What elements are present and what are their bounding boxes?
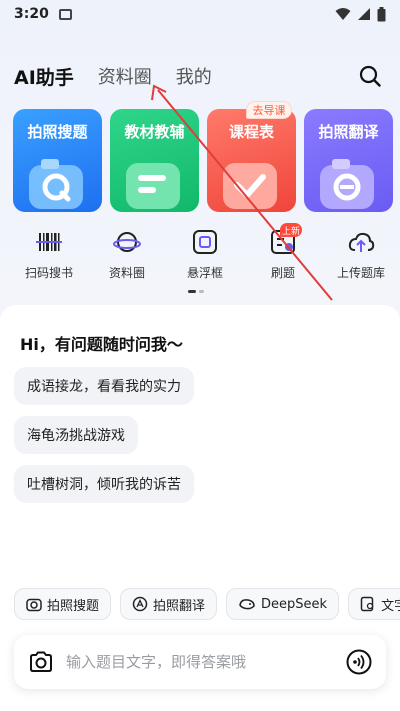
question-input[interactable]	[66, 653, 346, 671]
floating-frame-icon	[193, 230, 217, 254]
tool-label: 资料圈	[108, 266, 145, 280]
card-label: 教材教辅	[124, 123, 185, 141]
status-bar: 3:20	[0, 0, 400, 28]
tool-label: 悬浮框	[186, 266, 223, 280]
page-dot	[199, 290, 204, 293]
quick-label: 拍照搜题	[47, 598, 100, 614]
guide-badge[interactable]: 去导课	[246, 101, 292, 119]
status-icons	[335, 6, 386, 22]
card-photo-translate[interactable]: 拍照翻译	[304, 109, 393, 212]
planet-icon	[113, 232, 141, 252]
quick-photo-translate[interactable]: 拍照翻译	[120, 588, 218, 620]
feature-cards: 拍照搜题 教材教辅 课程表 拍照翻译	[13, 109, 393, 212]
new-badge: 上新	[280, 223, 302, 237]
voice-icon[interactable]	[346, 649, 372, 675]
card-label: 课程表	[228, 123, 274, 141]
tab-materials[interactable]: 资料圈	[98, 63, 152, 89]
page-indicator	[188, 290, 204, 293]
quick-photo-search[interactable]: 拍照搜题	[14, 588, 112, 620]
deepseek-whale-icon	[239, 599, 255, 610]
chat-panel: Hi，有问题随时问我～ 成语接龙，看看我的实力 海龟汤挑战游戏 吐槽树洞，倾听我…	[0, 305, 400, 711]
tab-mine[interactable]: 我的	[176, 63, 212, 89]
tool-label: 上传题库	[336, 266, 385, 280]
quick-actions: 拍照搜题 拍照翻译 DeepSeek 文字	[14, 588, 400, 620]
tool-scan-book[interactable]: 扫码搜书	[10, 228, 88, 281]
top-tab-bar: AI助手 资料圈 我的	[0, 58, 400, 94]
card-schedule[interactable]: 课程表	[207, 109, 296, 212]
camera-icon	[26, 598, 42, 612]
quick-label: 文字	[381, 598, 400, 614]
card-label: 拍照搜题	[27, 123, 88, 141]
suggestion-chip[interactable]: 海龟汤挑战游戏	[14, 416, 138, 454]
tool-upload-bank[interactable]: 上传题库	[322, 228, 400, 281]
tool-label: 刷题	[270, 266, 295, 280]
page-dot-active	[188, 290, 196, 293]
card-textbooks[interactable]: 教材教辅	[110, 109, 199, 212]
quick-label: DeepSeek	[261, 596, 328, 612]
barcode-scan-icon	[36, 233, 62, 251]
quick-text[interactable]: 文字	[348, 588, 400, 620]
card-photo-search[interactable]: 拍照搜题	[13, 109, 102, 212]
question-input-bar	[14, 635, 386, 689]
quick-label: 拍照翻译	[153, 598, 206, 614]
suggestion-chip[interactable]: 吐槽树洞，倾听我的诉苦	[14, 465, 194, 503]
tool-label: 扫码搜书	[24, 266, 73, 280]
tool-materials[interactable]: 资料圈	[88, 228, 166, 281]
search-icon[interactable]	[358, 64, 382, 88]
translate-letter-icon	[132, 596, 148, 612]
book-icon	[126, 163, 180, 209]
translate-icon	[320, 159, 374, 209]
camera-search-icon	[29, 159, 83, 209]
camera-icon[interactable]	[28, 650, 54, 674]
calendar-check-icon	[223, 163, 277, 209]
wifi-icon	[335, 8, 351, 20]
quick-deepseek[interactable]: DeepSeek	[226, 588, 340, 620]
cloud-upload-icon	[348, 232, 375, 252]
suggestion-chip[interactable]: 成语接龙，看看我的实力	[14, 367, 194, 405]
status-time: 3:20	[14, 6, 49, 22]
battery-icon	[377, 6, 386, 21]
tool-floating-window[interactable]: 悬浮框	[166, 228, 244, 281]
card-label: 拍照翻译	[318, 123, 379, 141]
gallery-notification-icon	[58, 8, 72, 20]
tool-row: 扫码搜书 资料圈 悬浮框 刷题 上传题库	[0, 228, 400, 281]
signal-icon	[358, 8, 370, 20]
document-search-icon	[360, 596, 374, 612]
greeting-text: Hi，有问题随时问我～	[20, 335, 183, 354]
tab-ai-assistant[interactable]: AI助手	[14, 63, 74, 90]
